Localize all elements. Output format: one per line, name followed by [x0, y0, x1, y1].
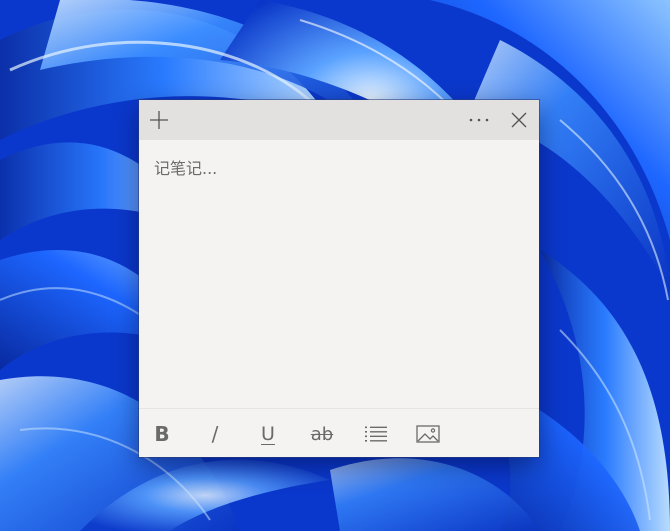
note-text-input[interactable]: [154, 155, 524, 395]
bulleted-list-button[interactable]: [360, 418, 392, 450]
bold-label: B: [154, 422, 170, 446]
formatting-toolbar: B / U ab: [139, 408, 539, 457]
note-editor-area[interactable]: [139, 140, 539, 408]
strikethrough-label: ab: [310, 423, 334, 445]
underline-button[interactable]: U: [252, 418, 284, 450]
italic-label: /: [211, 422, 219, 446]
bold-button[interactable]: B: [146, 418, 178, 450]
menu-button[interactable]: [463, 104, 495, 136]
insert-image-button[interactable]: [412, 418, 444, 450]
image-icon: [416, 425, 440, 443]
new-note-button[interactable]: [143, 104, 175, 136]
sticky-note-window: B / U ab: [139, 100, 539, 457]
strikethrough-button[interactable]: ab: [306, 418, 338, 450]
underline-label: U: [261, 423, 275, 445]
bulleted-list-icon: [365, 426, 387, 442]
plus-icon: [150, 111, 168, 129]
ellipsis-icon: [469, 118, 489, 122]
italic-button[interactable]: /: [199, 418, 231, 450]
sticky-note-titlebar[interactable]: [139, 100, 539, 140]
close-icon: [511, 112, 527, 128]
close-button[interactable]: [503, 104, 535, 136]
